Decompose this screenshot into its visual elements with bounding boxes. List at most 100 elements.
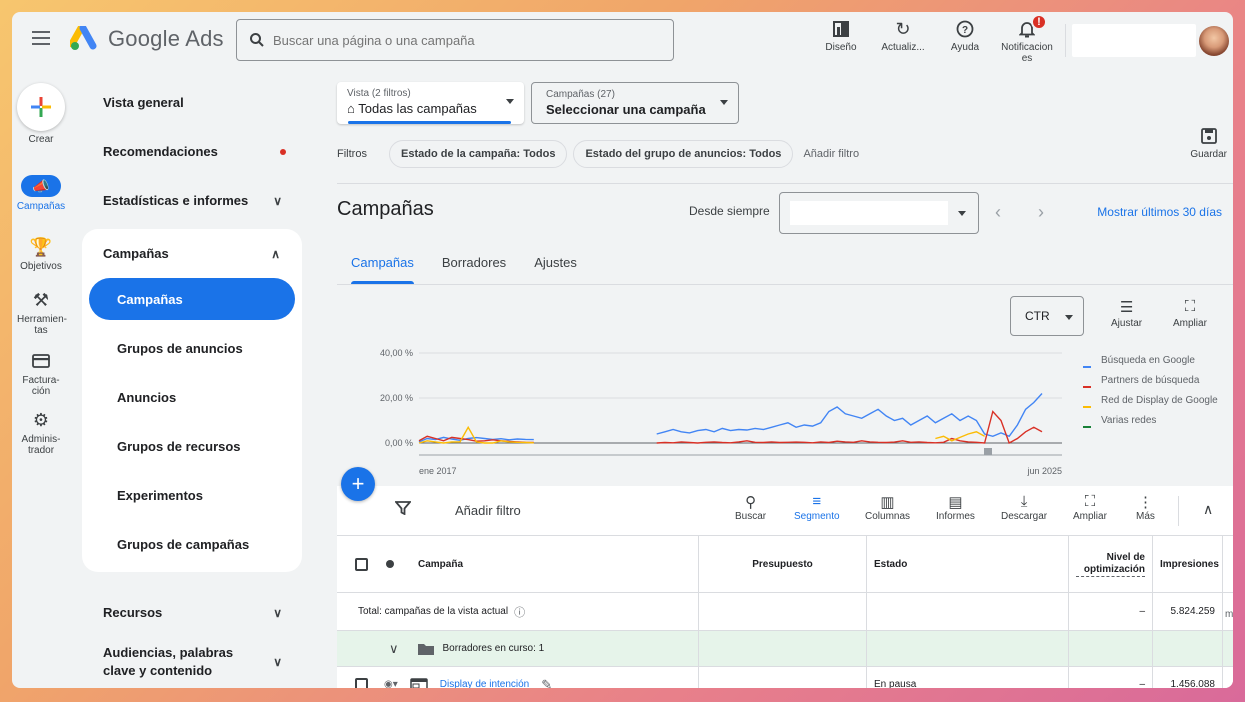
help-icon[interactable]: ⓘ [514,604,525,620]
toolbar-label: Descargar [1001,511,1048,522]
legend-item[interactable]: Partners de búsqueda [1083,375,1223,388]
draft-label-cell: ∨ Borradores en curso: 1 [337,631,699,666]
draft-optimization-cell [1069,631,1153,666]
search-box[interactable] [236,19,674,61]
nav-sub-label: Anuncios [117,389,177,405]
rail-item-billing[interactable]: Factura-ción [12,350,70,397]
save-button[interactable]: Guardar [1190,128,1227,160]
help-button[interactable]: ? Ayuda [934,16,996,64]
chevron-down-icon[interactable]: ∨ [389,641,399,657]
table-row[interactable]: ◉▾ Display de intención ✎ En pausa – 1.4… [337,667,1233,688]
campaign-name-link[interactable]: Display de intención [440,679,530,688]
create-button[interactable] [17,83,65,131]
avatar[interactable] [1199,26,1229,56]
total-optimization: – [1139,606,1145,617]
save-icon [1200,128,1217,149]
tab-settings[interactable]: Ajustes [520,240,591,284]
header-optimization[interactable]: Nivel de optimización [1076,552,1145,577]
expand-table-button[interactable]: ⛶ Ampliar [1073,493,1107,522]
dropdown-caret-icon [958,211,966,216]
display-campaign-icon [410,678,428,688]
tools-icon: ⚒ [32,289,50,310]
segment-button[interactable]: ≡ Segmento [794,493,840,522]
toolbar-divider [1178,496,1179,526]
nav-sub-campaigns[interactable]: Campañas [89,278,295,320]
rail-item-admin[interactable]: ⚙ Adminis-trador [12,409,70,457]
budget-value-redacted [763,667,863,688]
nav-item-resources[interactable]: Recursos ∨ [82,588,304,637]
notifications-button[interactable]: ! Notificacion es [996,14,1058,64]
chevron-down-icon: ∨ [273,193,282,208]
filter-chip-campaign-status[interactable]: Estado de la campaña: Todos [389,140,568,168]
campaign-select-text: Seleccionar una campaña [546,102,706,117]
more-button[interactable]: ⋮ Más [1136,493,1155,522]
layout-icon [832,16,850,42]
table-add-filter[interactable]: Añadir filtro [455,503,521,518]
nav-item-campaigns-group[interactable]: Campañas ∧ [82,229,302,278]
header-impressions[interactable]: Impresiones [1160,559,1219,570]
legend-item[interactable]: Búsqueda en Google [1083,355,1223,368]
metric-selector[interactable]: CTR [1010,296,1084,336]
tab-drafts[interactable]: Borradores [428,240,520,284]
header-status[interactable]: Estado [874,559,907,570]
refresh-button[interactable]: ↻ Actualiz... [872,16,934,64]
prev-period-icon[interactable]: ‹ [995,202,1001,223]
account-selector[interactable] [1072,24,1196,57]
download-icon: ⤓ [1020,493,1028,510]
create-label-wrap: Crear [12,134,70,145]
columns-button[interactable]: ▥ Columnas [865,493,910,522]
filters-row: Filtros Estado de la campaña: Todos Esta… [337,134,1233,174]
total-budget-cell [699,593,867,630]
add-filter-link[interactable]: Añadir filtro [803,148,859,160]
show-last-30-days-link[interactable]: Mostrar últimos 30 días [1097,205,1222,219]
header-budget[interactable]: Presupuesto [752,559,813,570]
edit-icon[interactable]: ✎ [541,677,552,689]
table-draft-row[interactable]: ∨ Borradores en curso: 1 [337,631,1233,667]
legend-item[interactable]: Varias redes [1083,415,1223,428]
legend-swatch [1083,406,1091,408]
layout-button[interactable]: Diseño [810,16,872,64]
nav-sub-asset-groups[interactable]: Grupos de recursos [89,425,295,467]
filter-chip-adgroup-status[interactable]: Estado del grupo de anuncios: Todos [573,140,794,168]
rail-label-campaigns: Campañas [16,201,66,212]
row-checkbox[interactable] [355,678,368,688]
legend-item[interactable]: Red de Display de Google [1083,395,1223,408]
next-period-icon[interactable]: › [1038,202,1044,223]
expand-chart-button[interactable]: ⛶ Ampliar [1173,298,1207,329]
download-button[interactable]: ⤓ Descargar [1001,493,1047,522]
nav-item-recommendations[interactable]: Recomendaciones [82,127,304,176]
google-ads-logo[interactable]: Google Ads [70,26,224,52]
search-input[interactable] [273,32,653,48]
nav-sub-experiments[interactable]: Experimentos [89,474,295,516]
nav-sub-ad-groups[interactable]: Grupos de anuncios [89,327,295,369]
add-campaign-fab[interactable]: + [341,467,375,501]
nav-item-audiences[interactable]: Audiencias, palabras clave y contenido ∨ [82,634,304,688]
reports-icon: ▤ [948,494,963,511]
toolbar-label: Más [1136,511,1155,522]
rail-item-campaigns[interactable]: 📣 Campañas [12,175,70,212]
reports-button[interactable]: ▤ Informes [936,493,975,522]
nav-sub-campaign-groups[interactable]: Grupos de campañas [89,523,295,565]
search-table-button[interactable]: ⚲ Buscar [735,493,766,522]
view-selector[interactable]: Vista (2 filtros) ⌂ Todas las campañas [337,82,524,124]
select-all-checkbox[interactable] [355,557,368,571]
legend-label: Red de Display de Google [1101,395,1218,406]
nav-item-overview[interactable]: Vista general [82,78,304,127]
x-tick-label: ene 2017 [419,466,457,476]
series-line [418,393,1043,443]
status-dropdown-icon[interactable]: ◉▾ [384,679,398,688]
total-label: Total: campañas de la vista actual [358,606,509,617]
filter-icon[interactable] [394,501,412,520]
campaign-selector[interactable]: Campañas (27) Seleccionar una campaña [531,82,739,124]
rail-item-tools[interactable]: ⚒ Herramien-tas [12,289,70,337]
header-campaign[interactable]: Campaña [418,559,463,570]
adjust-button[interactable]: ☰ Ajustar [1111,298,1142,329]
nav-item-insights[interactable]: Estadísticas e informes ∨ [82,176,304,225]
legend-swatch [1083,366,1091,368]
date-range-picker[interactable] [779,192,979,234]
menu-icon[interactable] [32,31,50,45]
rail-item-goals[interactable]: 🏆 Objetivos [12,236,70,273]
tab-campaigns[interactable]: Campañas [337,240,428,284]
chevron-up-icon[interactable]: ∧ [1203,501,1213,518]
nav-sub-ads[interactable]: Anuncios [89,376,295,418]
